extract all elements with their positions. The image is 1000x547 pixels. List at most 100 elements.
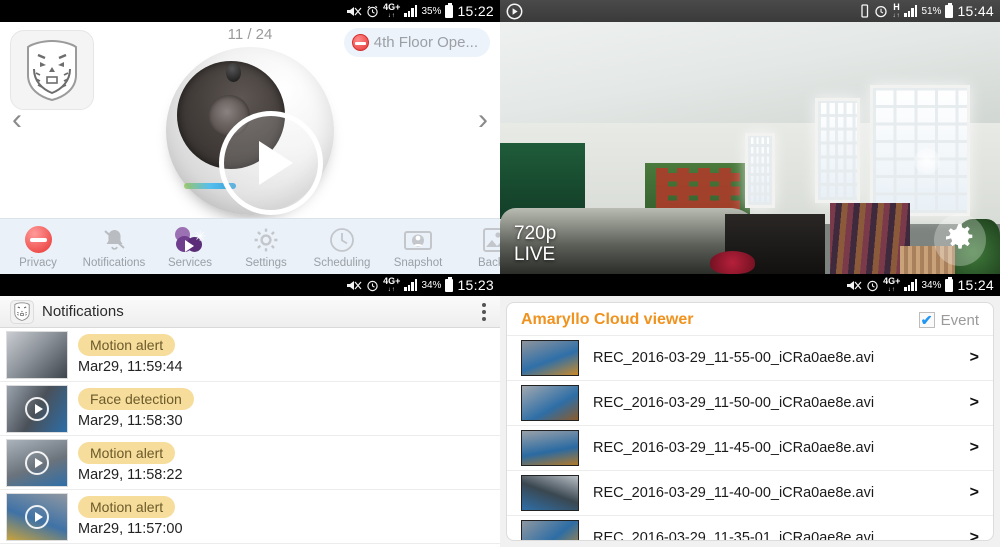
camera-sensor-icon	[226, 63, 241, 82]
toolbar-item-services[interactable]: ✳ Services	[152, 225, 228, 269]
next-device-arrow[interactable]: ›	[472, 99, 494, 141]
toolbar-label-notifications: Notifications	[82, 256, 146, 269]
cloud-viewer-body: Amaryllo Cloud viewer ✔ Event REC_2016-0…	[500, 296, 1000, 547]
video-lens-flare	[914, 148, 940, 174]
recording-filename: REC_2016-03-29_11-40-00_iCRa0ae8e.avi	[593, 485, 875, 501]
chevron-right-icon[interactable]: >	[970, 394, 979, 412]
list-item[interactable]: REC_2016-03-29_11-40-00_iCRa0ae8e.avi >	[507, 470, 993, 515]
list-item[interactable]: REC_2016-03-29_11-35-01_iCRa0ae8e.avi >	[507, 515, 993, 541]
signal-icon	[904, 279, 918, 291]
gear-icon	[252, 225, 280, 255]
notification-thumbnail[interactable]	[6, 438, 68, 487]
alarm-icon	[874, 4, 888, 18]
pane-cloud-viewer: 4G+ ↓↑ 34% 15:24 Amaryllo Cloud viewer ✔ …	[500, 274, 1000, 547]
toolbar-label-settings: Settings	[245, 256, 287, 269]
toolbar-label-snapshot: Snapshot	[393, 256, 443, 269]
chevron-right-icon[interactable]: >	[970, 439, 979, 457]
battery-icon	[945, 2, 954, 18]
chevron-right-icon[interactable]: >	[970, 529, 979, 540]
video-settings-button[interactable]	[934, 214, 986, 266]
pane-device-player: 4G+ ↓↑ 35% 15:22 11 / 24 4th Floor Ope..…	[0, 0, 500, 274]
notification-thumbnail[interactable]	[6, 330, 68, 379]
toolbar-item-privacy[interactable]: Privacy	[0, 225, 76, 269]
chevron-right-icon[interactable]: >	[970, 484, 979, 502]
list-item[interactable]: Face detection Mar29, 11:58:30	[0, 382, 500, 436]
battery-icon	[445, 276, 454, 292]
notification-timestamp: Mar29, 11:58:22	[78, 467, 183, 483]
notification-timestamp: Mar29, 11:57:00	[78, 521, 183, 537]
toolbar-item-notifications[interactable]: Notifications	[76, 225, 152, 269]
video-armchair	[830, 203, 910, 274]
background-icon	[481, 225, 500, 255]
video-green-curtain	[500, 142, 585, 219]
list-item[interactable]: Motion alert Mar29, 11:58:22	[0, 436, 500, 490]
notification-thumbnail[interactable]	[6, 384, 68, 433]
play-icon	[25, 450, 49, 475]
status-badge: Face detection	[78, 388, 194, 410]
device-name-label: 4th Floor Ope...	[373, 34, 478, 51]
recording-thumbnail	[521, 520, 579, 540]
clock-time: 15:24	[957, 277, 994, 293]
amaryllo-tiger-logo	[10, 299, 34, 324]
list-item[interactable]: Motion alert Mar29, 11:59:44	[0, 328, 500, 382]
toolbar-item-background[interactable]: Backg	[456, 225, 500, 269]
mute-icon	[846, 279, 862, 292]
prev-device-arrow[interactable]: ‹	[6, 99, 28, 141]
toolbar-label-scheduling: Scheduling	[313, 256, 371, 269]
cloud-viewer-header: Amaryllo Cloud viewer ✔ Event	[507, 303, 993, 335]
list-item[interactable]: REC_2016-03-29_11-50-00_iCRa0ae8e.avi >	[507, 380, 993, 425]
camera-device-image	[166, 47, 334, 215]
mute-icon	[346, 279, 362, 292]
toolbar-item-scheduling[interactable]: Scheduling	[304, 225, 380, 269]
list-item[interactable]: Motion alert Mar29, 11:57:00	[0, 490, 500, 544]
chevron-right-icon[interactable]: >	[970, 349, 979, 367]
recording-thumbnail	[521, 340, 579, 376]
notification-meta: Motion alert Mar29, 11:57:00	[78, 496, 183, 537]
notification-timestamp: Mar29, 11:59:44	[78, 359, 183, 375]
screenshot-grid: 4G+ ↓↑ 35% 15:22 11 / 24 4th Floor Ope..…	[0, 0, 1000, 547]
toolbar-item-snapshot[interactable]: Snapshot	[380, 225, 456, 269]
live-video-feed[interactable]: 720p LIVE	[500, 22, 1000, 274]
battery-percent: 34%	[921, 279, 942, 291]
clock-time: 15:22	[457, 3, 494, 19]
recording-filename: REC_2016-03-29_11-55-00_iCRa0ae8e.avi	[593, 350, 875, 366]
list-item[interactable]: REC_2016-03-29_11-45-00_iCRa0ae8e.avi >	[507, 425, 993, 470]
status-bar-cloud: 4G+ ↓↑ 34% 15:24	[500, 274, 1000, 296]
notification-thumbnail[interactable]	[6, 492, 68, 541]
notification-meta: Motion alert Mar29, 11:59:44	[78, 334, 183, 375]
vibrate-icon	[859, 4, 870, 18]
checkbox-icon[interactable]: ✔	[918, 312, 935, 328]
overflow-menu-icon[interactable]	[478, 299, 490, 325]
video-resolution-label: 720p	[514, 223, 557, 245]
recording-thumbnail	[521, 430, 579, 466]
event-filter-checkbox[interactable]: ✔ Event	[918, 312, 979, 329]
battery-percent: 35%	[421, 5, 442, 17]
notifications-header: Notifications	[0, 296, 500, 328]
device-player-body: 11 / 24 4th Floor Ope... ‹ ›	[0, 22, 500, 218]
toolbar-label-background: Backg	[478, 256, 500, 269]
list-item[interactable]: REC_2016-03-29_11-55-00_iCRa0ae8e.avi >	[507, 335, 993, 380]
recording-filename: REC_2016-03-29_11-45-00_iCRa0ae8e.avi	[593, 440, 875, 456]
status-badge: Motion alert	[78, 496, 176, 518]
clock-icon	[328, 225, 356, 255]
status-badge: Motion alert	[78, 442, 176, 464]
toolbar-item-settings[interactable]: Settings	[228, 225, 304, 269]
notification-timestamp: Mar29, 11:58:30	[78, 413, 183, 429]
pane-live-video: H ↓↑ 51% 15:44 720p LIVE	[500, 0, 1000, 274]
signal-icon	[404, 5, 418, 17]
status-badge: Motion alert	[78, 334, 176, 356]
video-live-label: LIVE	[514, 244, 556, 266]
signal-icon	[904, 5, 918, 17]
page-title: Amaryllo Cloud viewer	[521, 311, 694, 328]
network-type-icon: 4G+ ↓↑	[383, 1, 401, 19]
camera-preview[interactable]	[0, 47, 500, 215]
network-type-icon: 4G+ ↓↑	[383, 275, 401, 293]
status-bar-live: H ↓↑ 51% 15:44	[500, 0, 1000, 22]
gear-icon	[944, 222, 976, 259]
recording-thumbnail	[521, 385, 579, 421]
recording-filename: REC_2016-03-29_11-35-01_iCRa0ae8e.avi	[593, 530, 875, 541]
notification-meta: Face detection Mar29, 11:58:30	[78, 388, 194, 429]
notifications-list[interactable]: Motion alert Mar29, 11:59:44 Face detect…	[0, 328, 500, 547]
status-bar-notifications: 4G+ ↓↑ 34% 15:23	[0, 274, 500, 296]
play-button[interactable]	[219, 111, 323, 215]
